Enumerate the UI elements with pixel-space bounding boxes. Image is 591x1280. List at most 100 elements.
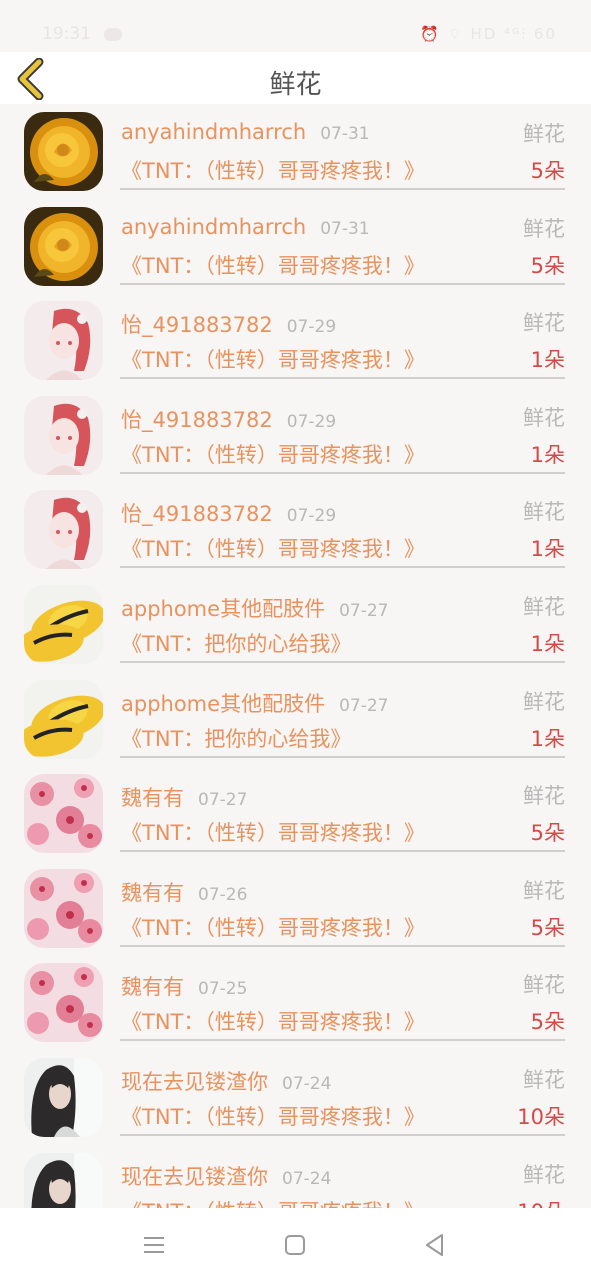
record-date: 07-31 [320, 124, 370, 144]
gift-count: 5朵 [530, 1010, 565, 1035]
user-name[interactable]: 魏有有 [121, 975, 184, 999]
book-title[interactable]: 《TNT：（性转）哥哥疼疼我！》 [121, 344, 425, 374]
name-line: apphome其他配肢件 07-27 [121, 688, 388, 718]
record-date: 07-27 [339, 695, 389, 716]
gift-record-row[interactable]: 怡_491883782 07-29 鲜花 《TNT：（性转）哥哥疼疼我！》 1朵 [0, 482, 591, 577]
avatar[interactable] [24, 206, 103, 286]
status-bar: 19:31 ⏰ ⌔ HD ⁴ᴳ⫶ 60 [0, 0, 591, 52]
gift-count: 1朵 [530, 442, 565, 467]
user-name[interactable]: anyahindmharrch [121, 215, 306, 239]
avatar[interactable] [24, 301, 103, 381]
gift-count: 1朵 [530, 537, 565, 562]
user-name[interactable]: 怡_491883782 [121, 408, 273, 432]
book-title[interactable]: 《TNT：把你的心给我》 [121, 723, 351, 753]
user-name[interactable]: apphome其他配肢件 [121, 597, 325, 621]
book-title[interactable]: 《TNT：（性转）哥哥疼疼我！》 [121, 250, 425, 280]
row-divider [120, 661, 565, 663]
book-title[interactable]: 《TNT：（性转）哥哥疼疼我！》 [121, 1196, 425, 1208]
book-title[interactable]: 《TNT：把你的心给我》 [121, 628, 351, 658]
name-line: 怡_491883782 07-29 [121, 498, 336, 528]
gift-record-row[interactable]: 魏有有 07-26 鲜花 《TNT：（性转）哥哥疼疼我！》 5朵 [0, 861, 591, 956]
menu-button[interactable] [139, 1230, 169, 1260]
header: 鲜花 [0, 52, 591, 104]
status-indicators: ⏰ ⌔ HD ⁴ᴳ⫶ 60 [420, 25, 557, 43]
wechat-notification-icon [104, 28, 122, 41]
user-name[interactable]: 现在去见镂渣你 [121, 1165, 268, 1189]
avatar[interactable] [24, 679, 103, 759]
avatar[interactable] [24, 774, 103, 854]
row-divider [120, 944, 565, 947]
user-name[interactable]: 魏有有 [121, 881, 184, 905]
user-name[interactable]: 怡_491883782 [121, 502, 273, 526]
gift-record-row[interactable]: 魏有有 07-25 鲜花 《TNT：（性转）哥哥疼疼我！》 5朵 [0, 955, 591, 1050]
user-name[interactable]: 魏有有 [121, 786, 184, 810]
avatar[interactable] [24, 112, 103, 191]
user-name[interactable]: 现在去见镂渣你 [121, 1070, 268, 1094]
record-date: 07-24 [282, 1074, 332, 1094]
book-title[interactable]: 《TNT：（性转）哥哥疼疼我！》 [121, 1101, 425, 1131]
record-date: 07-25 [198, 979, 248, 1000]
book-title[interactable]: 《TNT：（性转）哥哥疼疼我！》 [121, 155, 425, 185]
row-divider [120, 850, 565, 853]
row-divider [120, 755, 565, 758]
user-name[interactable]: apphome其他配肢件 [121, 692, 325, 716]
avatar[interactable] [24, 963, 103, 1043]
record-date: 07-29 [286, 411, 337, 432]
avatar[interactable] [24, 585, 103, 664]
book-title[interactable]: 《TNT：（性转）哥哥疼疼我！》 [121, 1006, 425, 1036]
avatar[interactable] [24, 1152, 103, 1208]
gift-record-row[interactable]: 魏有有 07-27 鲜花 《TNT：（性转）哥哥疼疼我！》 5朵 [0, 766, 591, 861]
system-nav-bar [0, 1208, 591, 1280]
row-divider [120, 471, 565, 474]
gift-record-row[interactable]: anyahindmharrch 07-31 鲜花 《TNT：（性转）哥哥疼疼我！》… [0, 104, 591, 199]
gift-type-label: 鲜花 [523, 689, 565, 714]
home-button[interactable] [280, 1230, 310, 1260]
gift-type-label: 鲜花 [523, 973, 565, 998]
gift-record-row[interactable]: apphome其他配肢件 07-27 鲜花 《TNT：把你的心给我》 1朵 [0, 672, 591, 767]
book-title[interactable]: 《TNT：（性转）哥哥疼疼我！》 [121, 912, 425, 942]
gift-count: 5朵 [530, 253, 565, 278]
record-date: 07-26 [198, 884, 248, 905]
record-date: 07-27 [339, 601, 389, 621]
row-divider [120, 188, 565, 190]
gift-type-label: 鲜花 [523, 122, 565, 146]
record-date: 07-27 [198, 790, 248, 811]
row-divider [120, 377, 565, 380]
name-line: 魏有有 07-26 [121, 877, 247, 907]
menu-icon [144, 1237, 164, 1253]
back-nav-button[interactable] [420, 1230, 450, 1260]
user-name[interactable]: 怡_491883782 [121, 313, 273, 337]
page-title: 鲜花 [269, 70, 322, 100]
gift-type-label: 鲜花 [523, 500, 565, 525]
gift-count: 10朵 [517, 1105, 565, 1129]
gift-record-row[interactable]: 现在去见镂渣你 07-24 鲜花 《TNT：（性转）哥哥疼疼我！》 10朵 [0, 1145, 591, 1208]
row-divider [120, 1134, 565, 1136]
row-divider [120, 282, 565, 285]
status-time: 19:31 [42, 24, 91, 44]
gift-record-row[interactable]: 怡_491883782 07-29 鲜花 《TNT：（性转）哥哥疼疼我！》 1朵 [0, 293, 591, 388]
gift-record-row[interactable]: 现在去见镂渣你 07-24 鲜花 《TNT：（性转）哥哥疼疼我！》 10朵 [0, 1050, 591, 1145]
gift-record-row[interactable]: anyahindmharrch 07-31 鲜花 《TNT：（性转）哥哥疼疼我！》… [0, 199, 591, 294]
gift-count: 1朵 [530, 348, 565, 373]
book-title[interactable]: 《TNT：（性转）哥哥疼疼我！》 [121, 817, 425, 847]
gift-type-label: 鲜花 [523, 311, 565, 336]
avatar[interactable] [24, 1058, 103, 1137]
avatar[interactable] [24, 490, 103, 570]
name-line: 怡_491883782 07-29 [121, 309, 336, 339]
book-title[interactable]: 《TNT：（性转）哥哥疼疼我！》 [121, 533, 425, 563]
gift-count: 5朵 [530, 915, 565, 940]
gift-count: 5朵 [530, 821, 565, 846]
gift-count: 10朵 [517, 1196, 565, 1208]
name-line: anyahindmharrch 07-31 [121, 120, 370, 144]
gift-record-row[interactable]: 怡_491883782 07-29 鲜花 《TNT：（性转）哥哥疼疼我！》 1朵 [0, 388, 591, 483]
avatar[interactable] [24, 395, 103, 475]
gift-list[interactable]: anyahindmharrch 07-31 鲜花 《TNT：（性转）哥哥疼疼我！》… [0, 104, 591, 1208]
row-divider [120, 566, 565, 569]
book-title[interactable]: 《TNT：（性转）哥哥疼疼我！》 [121, 439, 425, 469]
avatar[interactable] [24, 868, 103, 948]
gift-record-row[interactable]: apphome其他配肢件 07-27 鲜花 《TNT：把你的心给我》 1朵 [0, 577, 591, 672]
name-line: apphome其他配肢件 07-27 [121, 593, 388, 623]
user-name[interactable]: anyahindmharrch [121, 120, 306, 144]
gift-count: 1朵 [530, 726, 565, 751]
gift-type-label: 鲜花 [523, 784, 565, 809]
